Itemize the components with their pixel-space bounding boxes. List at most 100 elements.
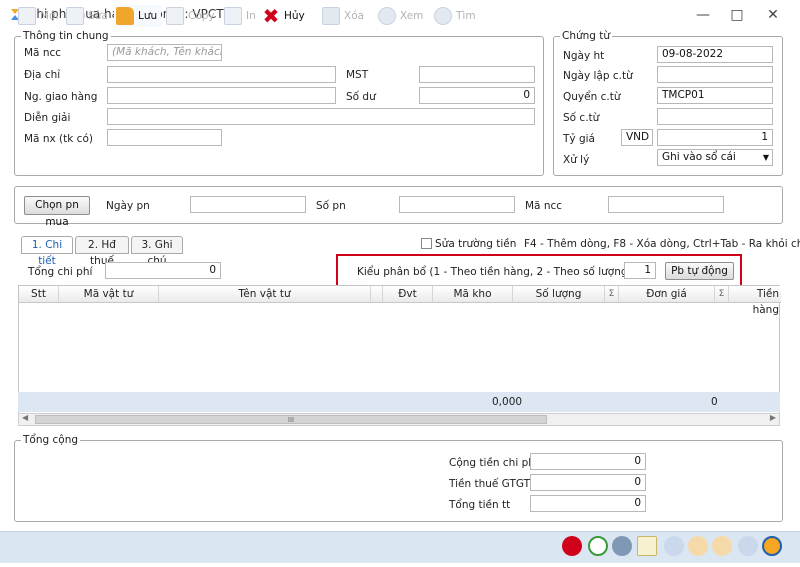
processing-select[interactable]: Ghi vào sổ cái ▼	[657, 149, 773, 166]
col-header-amount[interactable]: Tiền hàng	[729, 286, 781, 316]
description-label: Diễn giải	[24, 112, 71, 124]
edit-icon	[66, 7, 84, 25]
search-button-label: Tìm	[456, 10, 476, 22]
cancel-button[interactable]: ✖ Hủy	[262, 5, 305, 27]
minimize-button[interactable]: —	[690, 3, 716, 27]
close-button[interactable]: ✕	[760, 3, 786, 27]
tab-tax-invoice[interactable]: 2. Hđ thuế	[75, 236, 129, 267]
grand-total-label: Tổng tiền tt	[449, 499, 511, 511]
view-button[interactable]: Xem	[378, 5, 423, 27]
col-header-warehouse[interactable]: Mã kho	[433, 286, 513, 303]
search-button[interactable]: Tìm	[434, 5, 476, 27]
search-icon	[434, 7, 452, 25]
tax-code-label: MST	[346, 69, 369, 81]
last-record-icon[interactable]	[738, 536, 758, 556]
footer-quantity-total: 0,000	[492, 396, 523, 408]
receipt-supplier-input[interactable]	[608, 196, 724, 213]
col-header-stt[interactable]: Stt	[19, 286, 59, 303]
col-header-quantity[interactable]: Số lượng	[513, 286, 605, 303]
copy-button-label: Copy	[188, 10, 215, 22]
total-cost-sum-value: 0	[530, 453, 646, 470]
total-cost-label: Tổng chi phí	[28, 266, 93, 278]
voucher-date-label: Ngày lập c.từ	[563, 70, 633, 82]
print-button[interactable]: In	[224, 5, 256, 27]
edit-button[interactable]: Sửa	[66, 5, 108, 27]
save-button[interactable]: Lưu	[114, 5, 162, 27]
general-info-legend: Thông tin chung	[23, 30, 109, 42]
receipt-number-label: Số pn	[316, 200, 346, 212]
print-button-label: In	[246, 10, 256, 22]
posting-date-input[interactable]: 09-08-2022	[657, 46, 773, 63]
exchange-rate-label: Tỷ giá	[563, 133, 595, 145]
previous-record-icon[interactable]	[688, 536, 708, 556]
description-input[interactable]	[107, 108, 535, 125]
summary-legend: Tổng cộng	[23, 434, 79, 446]
voucher-number-input[interactable]	[657, 108, 773, 125]
delete-button[interactable]: Xóa	[322, 5, 364, 27]
vat-label: Tiền thuế GTGT	[449, 478, 531, 490]
help-icon[interactable]	[762, 536, 782, 556]
deliverer-input[interactable]	[107, 87, 336, 104]
col-header-item-name[interactable]: Tên vật tư	[159, 286, 371, 303]
choose-receipt-button[interactable]: Chọn pn mua	[24, 196, 90, 228]
tab-notes[interactable]: 3. Ghi chú	[131, 236, 183, 267]
voucher-date-input[interactable]	[657, 66, 773, 83]
voucher-book-label: Quyển c.từ	[563, 91, 621, 103]
save-button-label: Lưu	[138, 10, 158, 22]
balance-label: Số dư	[346, 91, 376, 103]
chevron-down-icon: ▼	[762, 153, 769, 162]
credit-account-label: Mã nx (tk có)	[24, 133, 93, 145]
info-alert-icon[interactable]	[562, 536, 582, 556]
delete-button-label: Xóa	[344, 10, 365, 22]
exchange-rate-input[interactable]: 1	[657, 129, 773, 146]
currency-input[interactable]: VND	[621, 129, 653, 146]
balance-value: 0	[419, 87, 535, 104]
scroll-left-icon[interactable]: ◀	[22, 413, 28, 422]
edit-button-label: Sửa	[88, 10, 108, 22]
voucher-legend: Chứng từ	[562, 30, 611, 42]
first-record-icon[interactable]	[664, 536, 684, 556]
address-label: Địa chỉ	[24, 69, 61, 81]
save-folder-icon	[116, 7, 134, 25]
credit-account-input[interactable]	[107, 129, 222, 146]
maximize-button[interactable]: □	[724, 3, 750, 27]
next-record-icon[interactable]	[712, 536, 732, 556]
processing-label: Xử lý	[563, 154, 590, 166]
posting-date-label: Ngày ht	[563, 50, 605, 62]
voucher-number-label: Số c.từ	[563, 112, 600, 124]
scroll-thumb[interactable]: III	[35, 415, 547, 424]
receipt-date-label: Ngày pn	[106, 200, 150, 212]
col-header-unit[interactable]: Đvt	[383, 286, 433, 303]
price-sum-icon: Σ	[715, 286, 729, 303]
list-icon[interactable]	[588, 536, 608, 556]
allocation-type-label: Kiểu phân bổ (1 - Theo tiền hàng, 2 - Th…	[357, 266, 632, 278]
receipt-date-input[interactable]	[190, 196, 306, 213]
new-button[interactable]: Mới	[18, 5, 58, 27]
supplier-code-input[interactable]: (Mã khách, Tên khách, Đi	[107, 44, 222, 61]
grid-horizontal-scrollbar[interactable]: ◀ III ▶	[18, 413, 780, 426]
vat-value: 0	[530, 474, 646, 491]
new-doc-icon	[18, 7, 36, 25]
voucher-book-input[interactable]: TMCP01	[657, 87, 773, 104]
col-header-item-code[interactable]: Mã vật tư	[59, 286, 159, 303]
address-input[interactable]	[107, 66, 336, 83]
auto-allocate-button[interactable]: Pb tự động	[665, 262, 734, 280]
col-header-divider	[371, 286, 383, 303]
tab-details[interactable]: 1. Chi tiết	[21, 236, 73, 267]
grid-footer: 0,000 0	[18, 392, 780, 412]
cancel-button-label: Hủy	[284, 10, 305, 22]
view-eye-icon	[378, 7, 396, 25]
quantity-sum-icon: Σ	[605, 286, 619, 303]
print-icon	[224, 7, 242, 25]
col-header-unit-price[interactable]: Đơn giá	[619, 286, 715, 303]
allocation-type-input[interactable]: 1	[624, 262, 656, 279]
tax-code-input[interactable]	[419, 66, 535, 83]
scroll-right-icon[interactable]: ▶	[770, 413, 776, 422]
gear-icon[interactable]	[612, 536, 632, 556]
total-cost-input[interactable]: 0	[105, 262, 221, 279]
edit-amount-checkbox[interactable]	[421, 238, 432, 249]
cancel-x-icon: ✖	[262, 4, 280, 28]
note-icon[interactable]	[637, 536, 657, 556]
copy-button[interactable]: Copy	[166, 5, 215, 27]
receipt-number-input[interactable]	[399, 196, 515, 213]
